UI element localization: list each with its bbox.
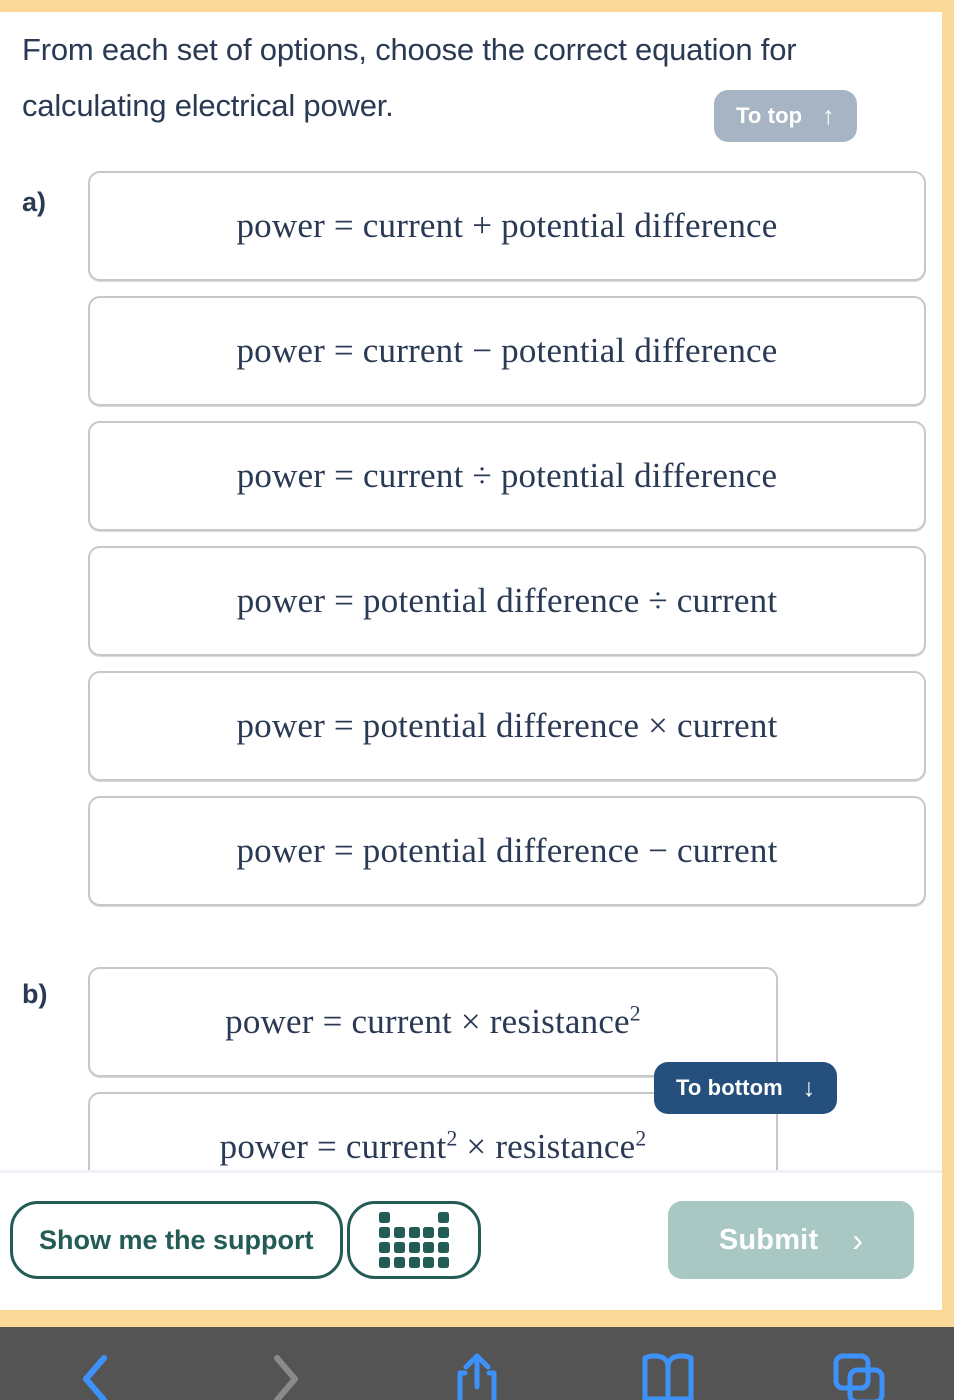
support-button-group: Show me the support [10,1201,481,1279]
answer-option-equation: power = current2 × resistance2 [219,1126,647,1166]
browser-toolbar [0,1327,954,1400]
tabs-icon [833,1353,885,1400]
submit-label: Submit [718,1223,819,1256]
answer-option[interactable]: power = current + potential difference [88,171,926,281]
scroll-to-bottom-button[interactable]: To bottom ↓ [654,1062,838,1114]
group-label-a: a) [22,187,47,217]
scroll-to-top-button[interactable]: To top ↑ [714,90,857,142]
top-accent-strip [0,0,954,12]
browser-tabs-button[interactable] [804,1353,914,1400]
answer-option-equation: power = current − potential difference [236,331,778,370]
forward-icon [274,1355,299,1400]
browser-bookmarks-button[interactable] [613,1353,723,1400]
option-list-a: power = current + potential difference po… [88,171,926,921]
bookmarks-icon [642,1353,694,1400]
browser-back-button[interactable] [40,1353,150,1400]
answer-option[interactable]: power = current − potential difference [88,296,926,406]
right-accent-border [942,0,954,1326]
arrow-up-icon: ↑ [822,101,835,130]
arrow-down-icon: ↓ [802,1073,816,1102]
app-root: From each set of options, choose the cor… [0,0,954,1400]
group-label-b: b) [22,979,48,1009]
browser-share-button[interactable] [422,1353,532,1400]
browser-forward-button[interactable] [231,1353,341,1400]
show-support-button[interactable]: Show me the support [10,1201,343,1279]
answer-option[interactable]: power = potential difference × current [88,671,926,781]
back-icon [83,1355,108,1400]
answer-option-equation: power = current + potential difference [236,206,778,245]
answer-option[interactable]: power = current ÷ potential difference [88,421,926,531]
share-icon [457,1353,497,1400]
grid-chart-icon [378,1212,449,1268]
question-content[interactable]: From each set of options, choose the cor… [0,12,942,1172]
answer-option-equation: power = current × resistance2 [225,1001,641,1041]
scroll-to-bottom-label: To bottom [676,1075,783,1100]
answer-option[interactable]: power = potential difference ÷ current [88,546,926,656]
chevron-right-icon: › [852,1221,864,1258]
answer-option-equation: power = current ÷ potential difference [236,456,778,495]
scroll-to-top-label: To top [736,103,803,128]
answer-option-equation: power = potential difference × current [236,706,778,745]
support-grid-button[interactable] [346,1201,481,1279]
answer-option[interactable]: power = current × resistance2 [88,967,778,1077]
submit-button[interactable]: Submit › [668,1201,914,1279]
answer-option[interactable]: power = potential difference − current [88,796,926,906]
answer-option-equation: power = potential difference − current [236,831,778,870]
action-bar: Show me the support Submit › [0,1173,942,1310]
bottom-accent-strip [0,1310,954,1327]
answer-option-equation: power = potential difference ÷ current [236,581,778,620]
